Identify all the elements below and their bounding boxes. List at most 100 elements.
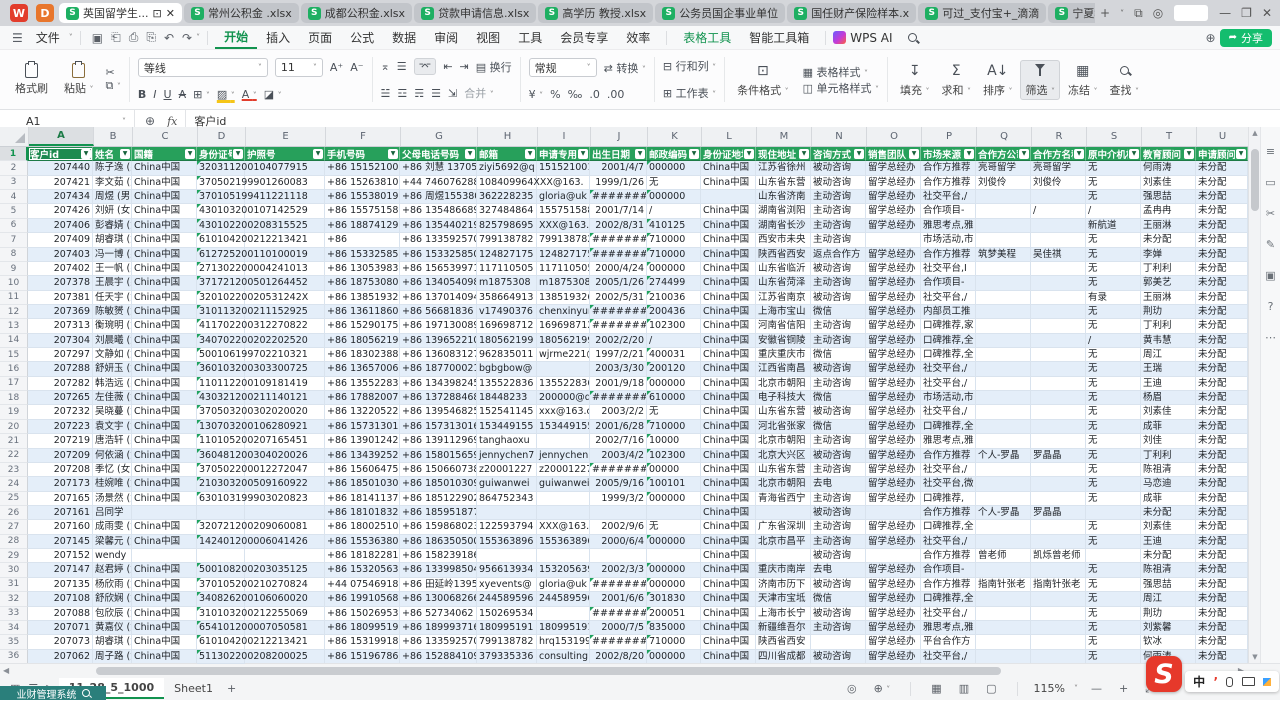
cell-N2[interactable]: 被动咨询 bbox=[811, 161, 866, 175]
cell-R13[interactable] bbox=[1031, 319, 1086, 333]
cell-S27[interactable]: 无 bbox=[1086, 520, 1141, 534]
filter-dropdown-icon[interactable]: ▼ bbox=[81, 149, 91, 159]
cell-C8[interactable]: China中国 bbox=[132, 248, 197, 262]
cell-T17[interactable]: 王迪 bbox=[1141, 377, 1196, 391]
cell-N11[interactable]: 被动咨询 bbox=[811, 291, 866, 305]
cell-P9[interactable]: 社交平台,I bbox=[921, 262, 976, 276]
cell-Q9[interactable] bbox=[976, 262, 1031, 276]
cell-F23[interactable]: +86 15606475 bbox=[325, 463, 400, 477]
cell-R3[interactable]: 刘俊伶 bbox=[1031, 176, 1086, 190]
cell-L5[interactable]: China中国 bbox=[701, 204, 756, 218]
cell-M23[interactable]: 山东省东营 bbox=[756, 463, 811, 477]
cell-R18[interactable] bbox=[1031, 391, 1086, 405]
cell-H15[interactable]: 962835011 bbox=[477, 348, 537, 362]
cell-R30[interactable] bbox=[1031, 563, 1086, 577]
cell-F5[interactable]: +86 15575158 bbox=[325, 204, 400, 218]
column-header-M[interactable]: M bbox=[757, 127, 812, 146]
row-number[interactable]: 11 bbox=[0, 291, 28, 305]
cell-G14[interactable]: +86 1396522100 bbox=[400, 334, 477, 348]
cell-U19[interactable]: 未分配 bbox=[1196, 405, 1248, 419]
scissors-icon[interactable]: ✂ bbox=[1266, 207, 1275, 220]
search-icon[interactable] bbox=[908, 33, 917, 42]
header-cell-J[interactable]: 出生日期▼ bbox=[590, 147, 647, 161]
cell-G35[interactable]: +86 1335925706 bbox=[400, 635, 477, 649]
cell-G27[interactable]: +86 1598680231 bbox=[400, 520, 477, 534]
cell-F19[interactable]: +86 13220522 bbox=[325, 405, 400, 419]
cell-D15[interactable]: 500106199702210321 bbox=[197, 348, 245, 362]
cell-T2[interactable]: 何雨涛 bbox=[1141, 161, 1196, 175]
cell-A35[interactable]: 207073 bbox=[28, 635, 93, 649]
cell-A25[interactable]: 207165 bbox=[28, 492, 93, 506]
cell-P28[interactable]: 社交平台,/ bbox=[921, 535, 976, 549]
cell-G24[interactable]: +86 1850103098 bbox=[400, 477, 477, 491]
cell-R11[interactable] bbox=[1031, 291, 1086, 305]
cell-P36[interactable]: 社交平台,/ bbox=[921, 650, 976, 664]
cell-U15[interactable]: 未分配 bbox=[1196, 348, 1248, 362]
cell-G11[interactable]: +86 1370140948 bbox=[400, 291, 477, 305]
cell-P20[interactable]: 口碑推荐,全 bbox=[921, 420, 976, 434]
cell-P14[interactable]: 口碑推荐,全 bbox=[921, 334, 976, 348]
cell-A6[interactable]: 207406 bbox=[28, 219, 93, 233]
column-header-B[interactable]: B bbox=[94, 127, 133, 146]
pen-icon[interactable]: ✎ bbox=[1266, 238, 1275, 251]
filter-dropdown-icon[interactable]: ▼ bbox=[635, 149, 645, 159]
cell-C16[interactable]: China中国 bbox=[132, 362, 197, 376]
cell-M2[interactable]: 江苏省徐州 bbox=[756, 161, 811, 175]
cell-H24[interactable]: guiwanwei bbox=[477, 477, 537, 491]
menu-7[interactable]: 工具 bbox=[509, 29, 551, 46]
cell-L12[interactable]: China中国 bbox=[701, 305, 756, 319]
cell-G26[interactable]: +86 1859518772 bbox=[400, 506, 477, 520]
cell-D12[interactable]: 310113200211152925 bbox=[197, 305, 245, 319]
layout-icon[interactable]: ▣ bbox=[1265, 269, 1275, 282]
cell-M20[interactable]: 河北省张家 bbox=[756, 420, 811, 434]
cell-M4[interactable]: 山东省济南 bbox=[756, 190, 811, 204]
add-sheet-button[interactable]: + bbox=[227, 682, 236, 695]
cell-G3[interactable]: +44 7460762888 bbox=[400, 176, 477, 190]
cell-M3[interactable]: 山东省东营 bbox=[756, 176, 811, 190]
cell-C7[interactable]: China中国 bbox=[132, 233, 197, 247]
cell-Q34[interactable] bbox=[976, 621, 1031, 635]
cell-N7[interactable]: 主动咨询 bbox=[811, 233, 866, 247]
cell-C34[interactable]: China中国 bbox=[132, 621, 197, 635]
filter-dropdown-icon[interactable]: ▼ bbox=[1129, 149, 1139, 159]
cell-C18[interactable]: China中国 bbox=[132, 391, 197, 405]
cell-D18[interactable]: 430321200211140121 bbox=[197, 391, 245, 405]
cell-B2[interactable]: 陈子逸 (男 bbox=[93, 161, 132, 175]
cell-F14[interactable]: +86 18056219 bbox=[325, 334, 400, 348]
cell-H33[interactable]: 150269534 bbox=[477, 607, 537, 621]
font-name-select[interactable]: 等线˅ bbox=[138, 58, 268, 77]
cell-F31[interactable]: +44 07546918 bbox=[325, 578, 400, 592]
cell-C15[interactable]: China中国 bbox=[132, 348, 197, 362]
cell-C23[interactable]: China中国 bbox=[132, 463, 197, 477]
cell-L11[interactable]: China中国 bbox=[701, 291, 756, 305]
select-all-corner[interactable] bbox=[0, 127, 29, 146]
cell-D23[interactable]: 370502200012272047 bbox=[197, 463, 245, 477]
row-number[interactable]: 27 bbox=[0, 520, 28, 534]
cell-S18[interactable]: 无 bbox=[1086, 391, 1141, 405]
cell-S28[interactable]: 无 bbox=[1086, 535, 1141, 549]
cell-I32[interactable]: 244589596 bbox=[537, 592, 590, 606]
vertical-scroll-thumb[interactable] bbox=[1251, 149, 1259, 211]
align-right-icon[interactable]: ☴ bbox=[414, 87, 424, 100]
cell-K14[interactable]: / bbox=[647, 334, 701, 348]
cell-B9[interactable]: 王一帆 (男 bbox=[93, 262, 132, 276]
row-number[interactable]: 6 bbox=[0, 219, 28, 233]
cell-R20[interactable] bbox=[1031, 420, 1086, 434]
horizontal-scrollbar[interactable]: ◀ ▶ bbox=[0, 663, 1280, 677]
cell-T23[interactable]: 陈祖清 bbox=[1141, 463, 1196, 477]
cell-D34[interactable]: 654101200007050581 bbox=[197, 621, 245, 635]
cell-G7[interactable]: +86 1335925706 bbox=[400, 233, 477, 247]
cell-K3[interactable]: 无 bbox=[647, 176, 701, 190]
cell-N3[interactable]: 被动咨询 bbox=[811, 176, 866, 190]
cell-J17[interactable]: 2001/9/18 bbox=[590, 377, 647, 391]
column-header-E[interactable]: E bbox=[246, 127, 326, 146]
cell-T15[interactable]: 周江 bbox=[1141, 348, 1196, 362]
cell-S14[interactable]: / bbox=[1086, 334, 1141, 348]
cell-A26[interactable]: 207161 bbox=[28, 506, 93, 520]
cell-N21[interactable]: 主动咨询 bbox=[811, 434, 866, 448]
cell-D14[interactable]: 340702200202202520 bbox=[197, 334, 245, 348]
cell-O5[interactable]: 留学总经办 bbox=[866, 204, 921, 218]
cell-R28[interactable] bbox=[1031, 535, 1086, 549]
cell-I25[interactable] bbox=[537, 492, 590, 506]
close-button[interactable]: ✕ bbox=[1262, 6, 1272, 20]
